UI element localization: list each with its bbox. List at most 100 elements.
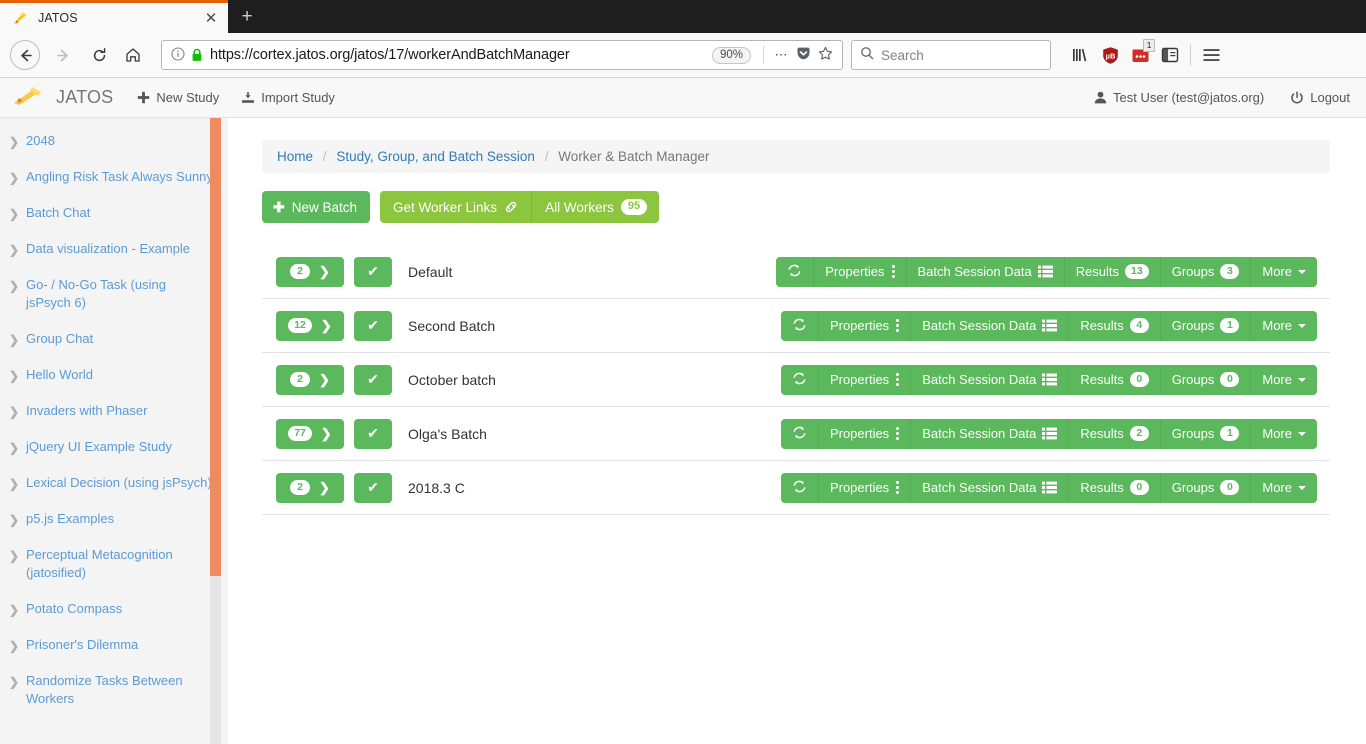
url-bar[interactable]: https://cortex.jatos.org/jatos/17/worker… <box>161 40 843 70</box>
list-icon <box>1042 427 1058 440</box>
breadcrumb-home[interactable]: Home <box>277 149 313 164</box>
batch-active-toggle[interactable]: ✔ <box>354 256 392 287</box>
groups-button[interactable]: Groups 0 <box>1159 472 1251 503</box>
refresh-button[interactable] <box>780 364 818 395</box>
batch-action-group: Properties Batch Session Data Results 4 … <box>780 310 1317 341</box>
sidebar-icon[interactable] <box>1155 40 1185 70</box>
sidebar-item-12[interactable]: ❯ Potato Compass <box>0 591 228 627</box>
groups-button[interactable]: Groups 1 <box>1159 418 1251 449</box>
batch-session-data-button[interactable]: Batch Session Data <box>905 256 1064 287</box>
properties-button[interactable]: Properties <box>817 310 911 341</box>
batch-session-data-button[interactable]: Batch Session Data <box>910 364 1069 395</box>
check-icon: ✔ <box>367 479 379 495</box>
sidebar-item-label: 2048 <box>26 133 55 148</box>
results-button[interactable]: Results 2 <box>1068 418 1160 449</box>
info-circle-icon[interactable] <box>168 46 188 64</box>
batch-workers-button[interactable]: 2 ❯ <box>276 364 344 395</box>
all-workers-label: All Workers <box>545 199 614 215</box>
groups-button[interactable]: Groups 0 <box>1159 364 1251 395</box>
more-button[interactable]: More <box>1250 472 1317 503</box>
back-arrow-icon[interactable] <box>10 40 40 70</box>
sidebar-item-9[interactable]: ❯ Lexical Decision (using jsPsych) <box>0 465 228 501</box>
results-button[interactable]: Results 4 <box>1068 310 1160 341</box>
search-input[interactable]: Search <box>851 40 1051 70</box>
sidebar-item-6[interactable]: ❯ Hello World <box>0 357 228 393</box>
batch-workers-button[interactable]: 77 ❯ <box>276 418 344 449</box>
refresh-button[interactable] <box>780 418 818 449</box>
results-label: Results <box>1080 318 1124 333</box>
batch-workers-button[interactable]: 2 ❯ <box>276 256 344 287</box>
all-workers-button[interactable]: All Workers 95 <box>531 191 660 223</box>
ellipsis-icon[interactable]: ⋯ <box>770 47 792 63</box>
logout-button[interactable]: Logout <box>1290 90 1350 105</box>
sidebar-scrollbar-thumb[interactable] <box>210 118 221 576</box>
sidebar-item-11[interactable]: ❯ Perceptual Metacognition (jatosified) <box>0 537 228 591</box>
brand-name: JATOS <box>56 87 114 107</box>
pocket-icon[interactable] <box>792 46 814 64</box>
sidebar-item-4[interactable]: ❯ Go- / No-Go Task (using jsPsych 6) <box>0 267 228 321</box>
groups-button[interactable]: Groups 3 <box>1159 256 1251 287</box>
ublock-origin-icon[interactable]: µB <box>1095 40 1125 70</box>
properties-button[interactable]: Properties <box>817 418 911 449</box>
more-button[interactable]: More <box>1250 418 1317 449</box>
sidebar-item-2[interactable]: ❯ Batch Chat <box>0 195 228 231</box>
get-worker-links-button[interactable]: Get Worker Links <box>380 191 532 223</box>
batch-active-toggle[interactable]: ✔ <box>354 364 392 395</box>
more-button[interactable]: More <box>1250 310 1317 341</box>
batch-active-toggle[interactable]: ✔ <box>354 418 392 449</box>
results-button[interactable]: Results 0 <box>1068 472 1160 503</box>
results-label: Results <box>1080 372 1124 387</box>
groups-button[interactable]: Groups 1 <box>1159 310 1251 341</box>
breadcrumb-study[interactable]: Study, Group, and Batch Session <box>336 149 535 164</box>
batch-active-toggle[interactable]: ✔ <box>354 472 392 503</box>
table-row: 2 ❯ ✔ 2018.3 C Properties Batch Session … <box>262 461 1330 515</box>
more-button[interactable]: More <box>1250 256 1317 287</box>
sidebar-item-7[interactable]: ❯ Invaders with Phaser <box>0 393 228 429</box>
results-button[interactable]: Results 0 <box>1068 364 1160 395</box>
sidebar-scrollbar[interactable] <box>210 118 221 744</box>
batch-workers-button[interactable]: 12 ❯ <box>276 310 344 341</box>
sidebar-item-8[interactable]: ❯ jQuery UI Example Study <box>0 429 228 465</box>
batch-session-data-button[interactable]: Batch Session Data <box>910 418 1069 449</box>
sidebar-item-13[interactable]: ❯ Prisoner's Dilemma <box>0 627 228 663</box>
new-batch-button[interactable]: ✚ New Batch <box>262 191 371 223</box>
import-study-button[interactable]: Import Study <box>241 90 335 105</box>
batch-active-toggle[interactable]: ✔ <box>354 310 392 341</box>
home-icon[interactable] <box>117 39 149 71</box>
properties-button[interactable]: Properties <box>817 364 911 395</box>
refresh-button[interactable] <box>780 310 818 341</box>
sidebar-item-3[interactable]: ❯ Data visualization - Example <box>0 231 228 267</box>
lastpass-icon[interactable]: 1 <box>1125 39 1155 70</box>
zoom-level-badge[interactable]: 90% <box>711 46 751 64</box>
sidebar-item-10[interactable]: ❯ p5.js Examples <box>0 501 228 537</box>
refresh-button[interactable] <box>776 256 814 287</box>
brand-logo[interactable]: JATOS <box>12 84 113 111</box>
sidebar-item-14[interactable]: ❯ Randomize Tasks Between Workers <box>0 663 228 717</box>
new-tab-button[interactable]: + <box>228 0 266 33</box>
chevron-right-icon: ❯ <box>319 371 330 387</box>
sidebar-item-0[interactable]: ❯ 2048 <box>0 123 228 159</box>
batch-session-data-button[interactable]: Batch Session Data <box>910 472 1069 503</box>
user-menu[interactable]: Test User (test@jatos.org) <box>1094 90 1264 105</box>
new-study-button[interactable]: New Study <box>137 90 219 105</box>
close-icon[interactable]: ✕ <box>202 9 220 27</box>
batch-session-data-button[interactable]: Batch Session Data <box>910 310 1069 341</box>
worker-button-group: Get Worker Links All Workers 95 <box>380 191 660 223</box>
chevron-right-icon: ❯ <box>9 639 20 653</box>
hamburger-menu-icon[interactable] <box>1196 40 1226 70</box>
properties-button[interactable]: Properties <box>817 472 911 503</box>
star-icon[interactable] <box>814 46 836 64</box>
properties-button[interactable]: Properties <box>813 256 906 287</box>
refresh-button[interactable] <box>780 472 818 503</box>
batch-workers-count: 2 <box>290 371 311 387</box>
sidebar-item-5[interactable]: ❯ Group Chat <box>0 321 228 357</box>
library-icon[interactable] <box>1065 40 1095 70</box>
more-button[interactable]: More <box>1250 364 1317 395</box>
jatos-logo-icon <box>12 10 29 26</box>
sidebar-item-1[interactable]: ❯ Angling Risk Task Always Sunny <box>0 159 228 195</box>
browser-tab[interactable]: JATOS ✕ <box>0 0 228 33</box>
reload-icon[interactable] <box>83 39 115 71</box>
results-button[interactable]: Results 13 <box>1063 256 1160 287</box>
batch-workers-button[interactable]: 2 ❯ <box>276 472 344 503</box>
sidebar-item-list: ❯ 2048 ❯ Angling Risk Task Always Sunny … <box>0 123 228 717</box>
